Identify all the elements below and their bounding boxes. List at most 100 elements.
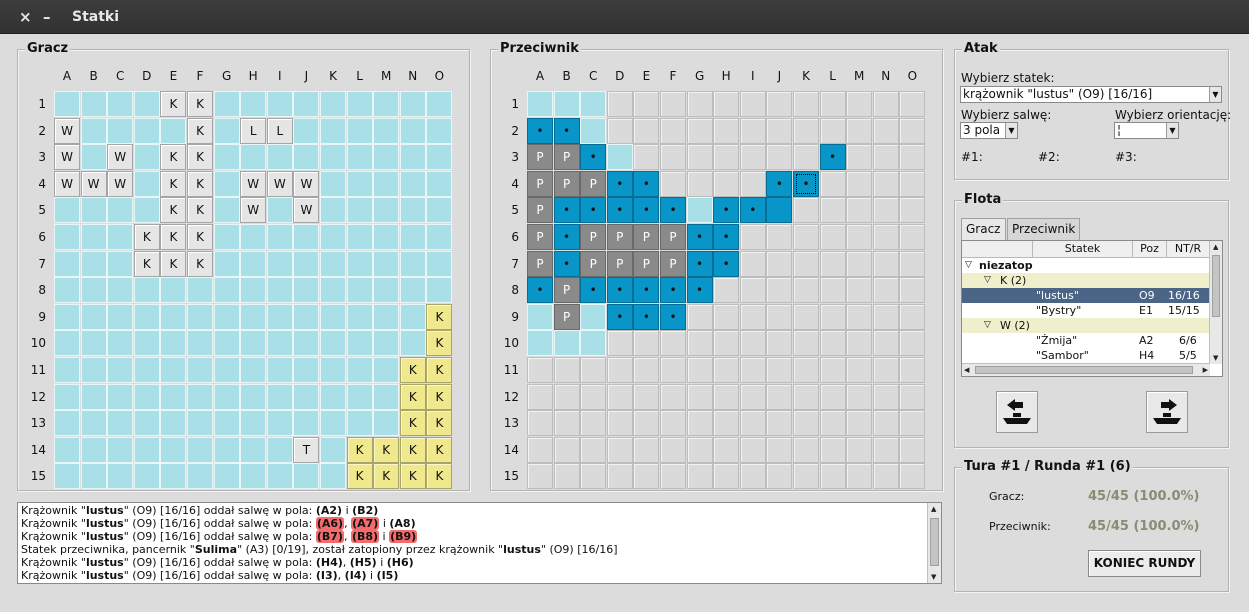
collapse-triangle-icon[interactable]: ▽ bbox=[965, 258, 972, 273]
board-cell-I8[interactable] bbox=[739, 277, 766, 304]
board-cell-G6[interactable]: • bbox=[686, 224, 713, 250]
board-cell-E6[interactable]: P bbox=[633, 224, 660, 250]
board-cell-D15[interactable] bbox=[606, 463, 633, 490]
board-cell-L4[interactable] bbox=[819, 170, 846, 197]
board-cell-D3[interactable] bbox=[606, 144, 633, 171]
board-cell-O15[interactable] bbox=[899, 463, 926, 490]
board-cell-D8[interactable]: • bbox=[606, 277, 633, 304]
board-cell-B9[interactable]: P bbox=[553, 303, 580, 330]
board-cell-B1[interactable] bbox=[553, 91, 580, 117]
tab-gracz[interactable]: Gracz bbox=[961, 218, 1006, 240]
tab-przeciwnik[interactable]: Przeciwnik bbox=[1007, 218, 1080, 240]
board-cell-G4[interactable] bbox=[686, 170, 713, 197]
board-cell-F14[interactable] bbox=[660, 436, 686, 463]
board-cell-I5[interactable]: • bbox=[739, 197, 766, 224]
board-cell-O13[interactable] bbox=[899, 410, 926, 437]
board-cell-J7[interactable] bbox=[766, 250, 793, 277]
collapse-triangle-icon[interactable]: ▽ bbox=[984, 318, 991, 333]
board-cell-D5[interactable]: • bbox=[606, 197, 633, 224]
board-cell-N7[interactable] bbox=[872, 250, 899, 277]
scroll-left-icon[interactable]: ◀ bbox=[964, 365, 969, 375]
board-cell-L13[interactable] bbox=[819, 410, 846, 437]
board-cell-L8[interactable] bbox=[819, 277, 846, 304]
board-cell-K7[interactable] bbox=[793, 250, 819, 277]
board-cell-I10[interactable] bbox=[739, 330, 766, 357]
board-cell-I13[interactable] bbox=[739, 410, 766, 437]
collapse-triangle-icon[interactable]: ▽ bbox=[984, 273, 991, 288]
board-cell-J4[interactable]: • bbox=[766, 170, 793, 197]
board-cell-K13[interactable] bbox=[793, 410, 819, 437]
board-cell-K11[interactable] bbox=[793, 357, 819, 383]
board-cell-H5[interactable]: • bbox=[713, 197, 740, 224]
scroll-thumb[interactable] bbox=[1212, 255, 1220, 317]
board-cell-O2[interactable] bbox=[899, 117, 926, 144]
board-cell-G14[interactable] bbox=[686, 436, 713, 463]
board-cell-H1[interactable] bbox=[713, 91, 740, 117]
board-cell-K15[interactable] bbox=[793, 463, 819, 490]
col-header-poz[interactable]: Poz bbox=[1132, 241, 1166, 257]
board-cell-G9[interactable] bbox=[686, 303, 713, 330]
board-cell-D7[interactable]: P bbox=[606, 250, 633, 277]
board-cell-B12[interactable] bbox=[553, 383, 580, 410]
board-cell-C8[interactable]: • bbox=[580, 277, 607, 304]
board-cell-J9[interactable] bbox=[766, 303, 793, 330]
board-cell-B7[interactable]: • bbox=[553, 250, 580, 277]
board-cell-J11[interactable] bbox=[766, 357, 793, 383]
orientation-select[interactable]: ¦ ▼ bbox=[1114, 122, 1179, 139]
ship-select[interactable]: krążownik "lustus" (O9) [16/16] ▼ bbox=[960, 86, 1222, 103]
board-cell-N2[interactable] bbox=[872, 117, 899, 144]
board-cell-M13[interactable] bbox=[846, 410, 873, 437]
board-cell-E9[interactable]: • bbox=[633, 303, 660, 330]
board-cell-D14[interactable] bbox=[606, 436, 633, 463]
board-cell-E4[interactable]: • bbox=[633, 170, 660, 197]
salvo-select[interactable]: 3 pola ▼ bbox=[960, 122, 1018, 139]
board-cell-H3[interactable] bbox=[713, 144, 740, 171]
board-cell-N4[interactable] bbox=[872, 170, 899, 197]
board-cell-A13[interactable] bbox=[527, 410, 553, 437]
board-cell-E14[interactable] bbox=[633, 436, 660, 463]
board-cell-B4[interactable]: P bbox=[553, 170, 580, 197]
tree-vertical-scrollbar[interactable]: ▲ ▼ bbox=[1209, 241, 1222, 364]
board-cell-F8[interactable]: • bbox=[660, 277, 686, 304]
board-cell-N1[interactable] bbox=[872, 91, 899, 117]
board-cell-A14[interactable] bbox=[527, 436, 553, 463]
board-cell-O7[interactable] bbox=[899, 250, 926, 277]
board-cell-E12[interactable] bbox=[633, 383, 660, 410]
board-cell-C6[interactable]: P bbox=[580, 224, 607, 250]
board-cell-K1[interactable] bbox=[793, 91, 819, 117]
board-cell-K9[interactable] bbox=[793, 303, 819, 330]
board-cell-H7[interactable]: • bbox=[713, 250, 740, 277]
board-cell-L10[interactable] bbox=[819, 330, 846, 357]
board-cell-M15[interactable] bbox=[846, 463, 873, 490]
board-cell-L2[interactable] bbox=[819, 117, 846, 144]
board-cell-A9[interactable] bbox=[527, 303, 553, 330]
board-cell-O1[interactable] bbox=[899, 91, 926, 117]
board-cell-G5[interactable] bbox=[686, 197, 713, 224]
col-header-nt-r[interactable]: NT/R bbox=[1166, 241, 1209, 257]
board-cell-C13[interactable] bbox=[580, 410, 607, 437]
board-cell-J8[interactable] bbox=[766, 277, 793, 304]
board-cell-N9[interactable] bbox=[872, 303, 899, 330]
board-cell-F5[interactable]: • bbox=[660, 197, 686, 224]
board-cell-C10[interactable] bbox=[580, 330, 607, 357]
board-cell-I2[interactable] bbox=[739, 117, 766, 144]
board-cell-K6[interactable] bbox=[793, 224, 819, 250]
board-cell-L5[interactable] bbox=[819, 197, 846, 224]
minimize-icon[interactable]: – bbox=[43, 8, 51, 26]
tree-row[interactable]: "lustus" O9 16/16 bbox=[962, 288, 1209, 303]
board-cell-A15[interactable] bbox=[527, 463, 553, 490]
board-cell-M4[interactable] bbox=[846, 170, 873, 197]
board-cell-A7[interactable]: P bbox=[527, 250, 553, 277]
board-cell-H12[interactable] bbox=[713, 383, 740, 410]
board-cell-K2[interactable] bbox=[793, 117, 819, 144]
board-cell-H15[interactable] bbox=[713, 463, 740, 490]
tree-group-w[interactable]: ▽ W (2) bbox=[962, 318, 1209, 333]
board-cell-L7[interactable] bbox=[819, 250, 846, 277]
board-cell-I14[interactable] bbox=[739, 436, 766, 463]
board-cell-B14[interactable] bbox=[553, 436, 580, 463]
board-cell-N12[interactable] bbox=[872, 383, 899, 410]
board-cell-N8[interactable] bbox=[872, 277, 899, 304]
board-cell-F3[interactable] bbox=[660, 144, 686, 171]
board-cell-K14[interactable] bbox=[793, 436, 819, 463]
board-cell-M6[interactable] bbox=[846, 224, 873, 250]
